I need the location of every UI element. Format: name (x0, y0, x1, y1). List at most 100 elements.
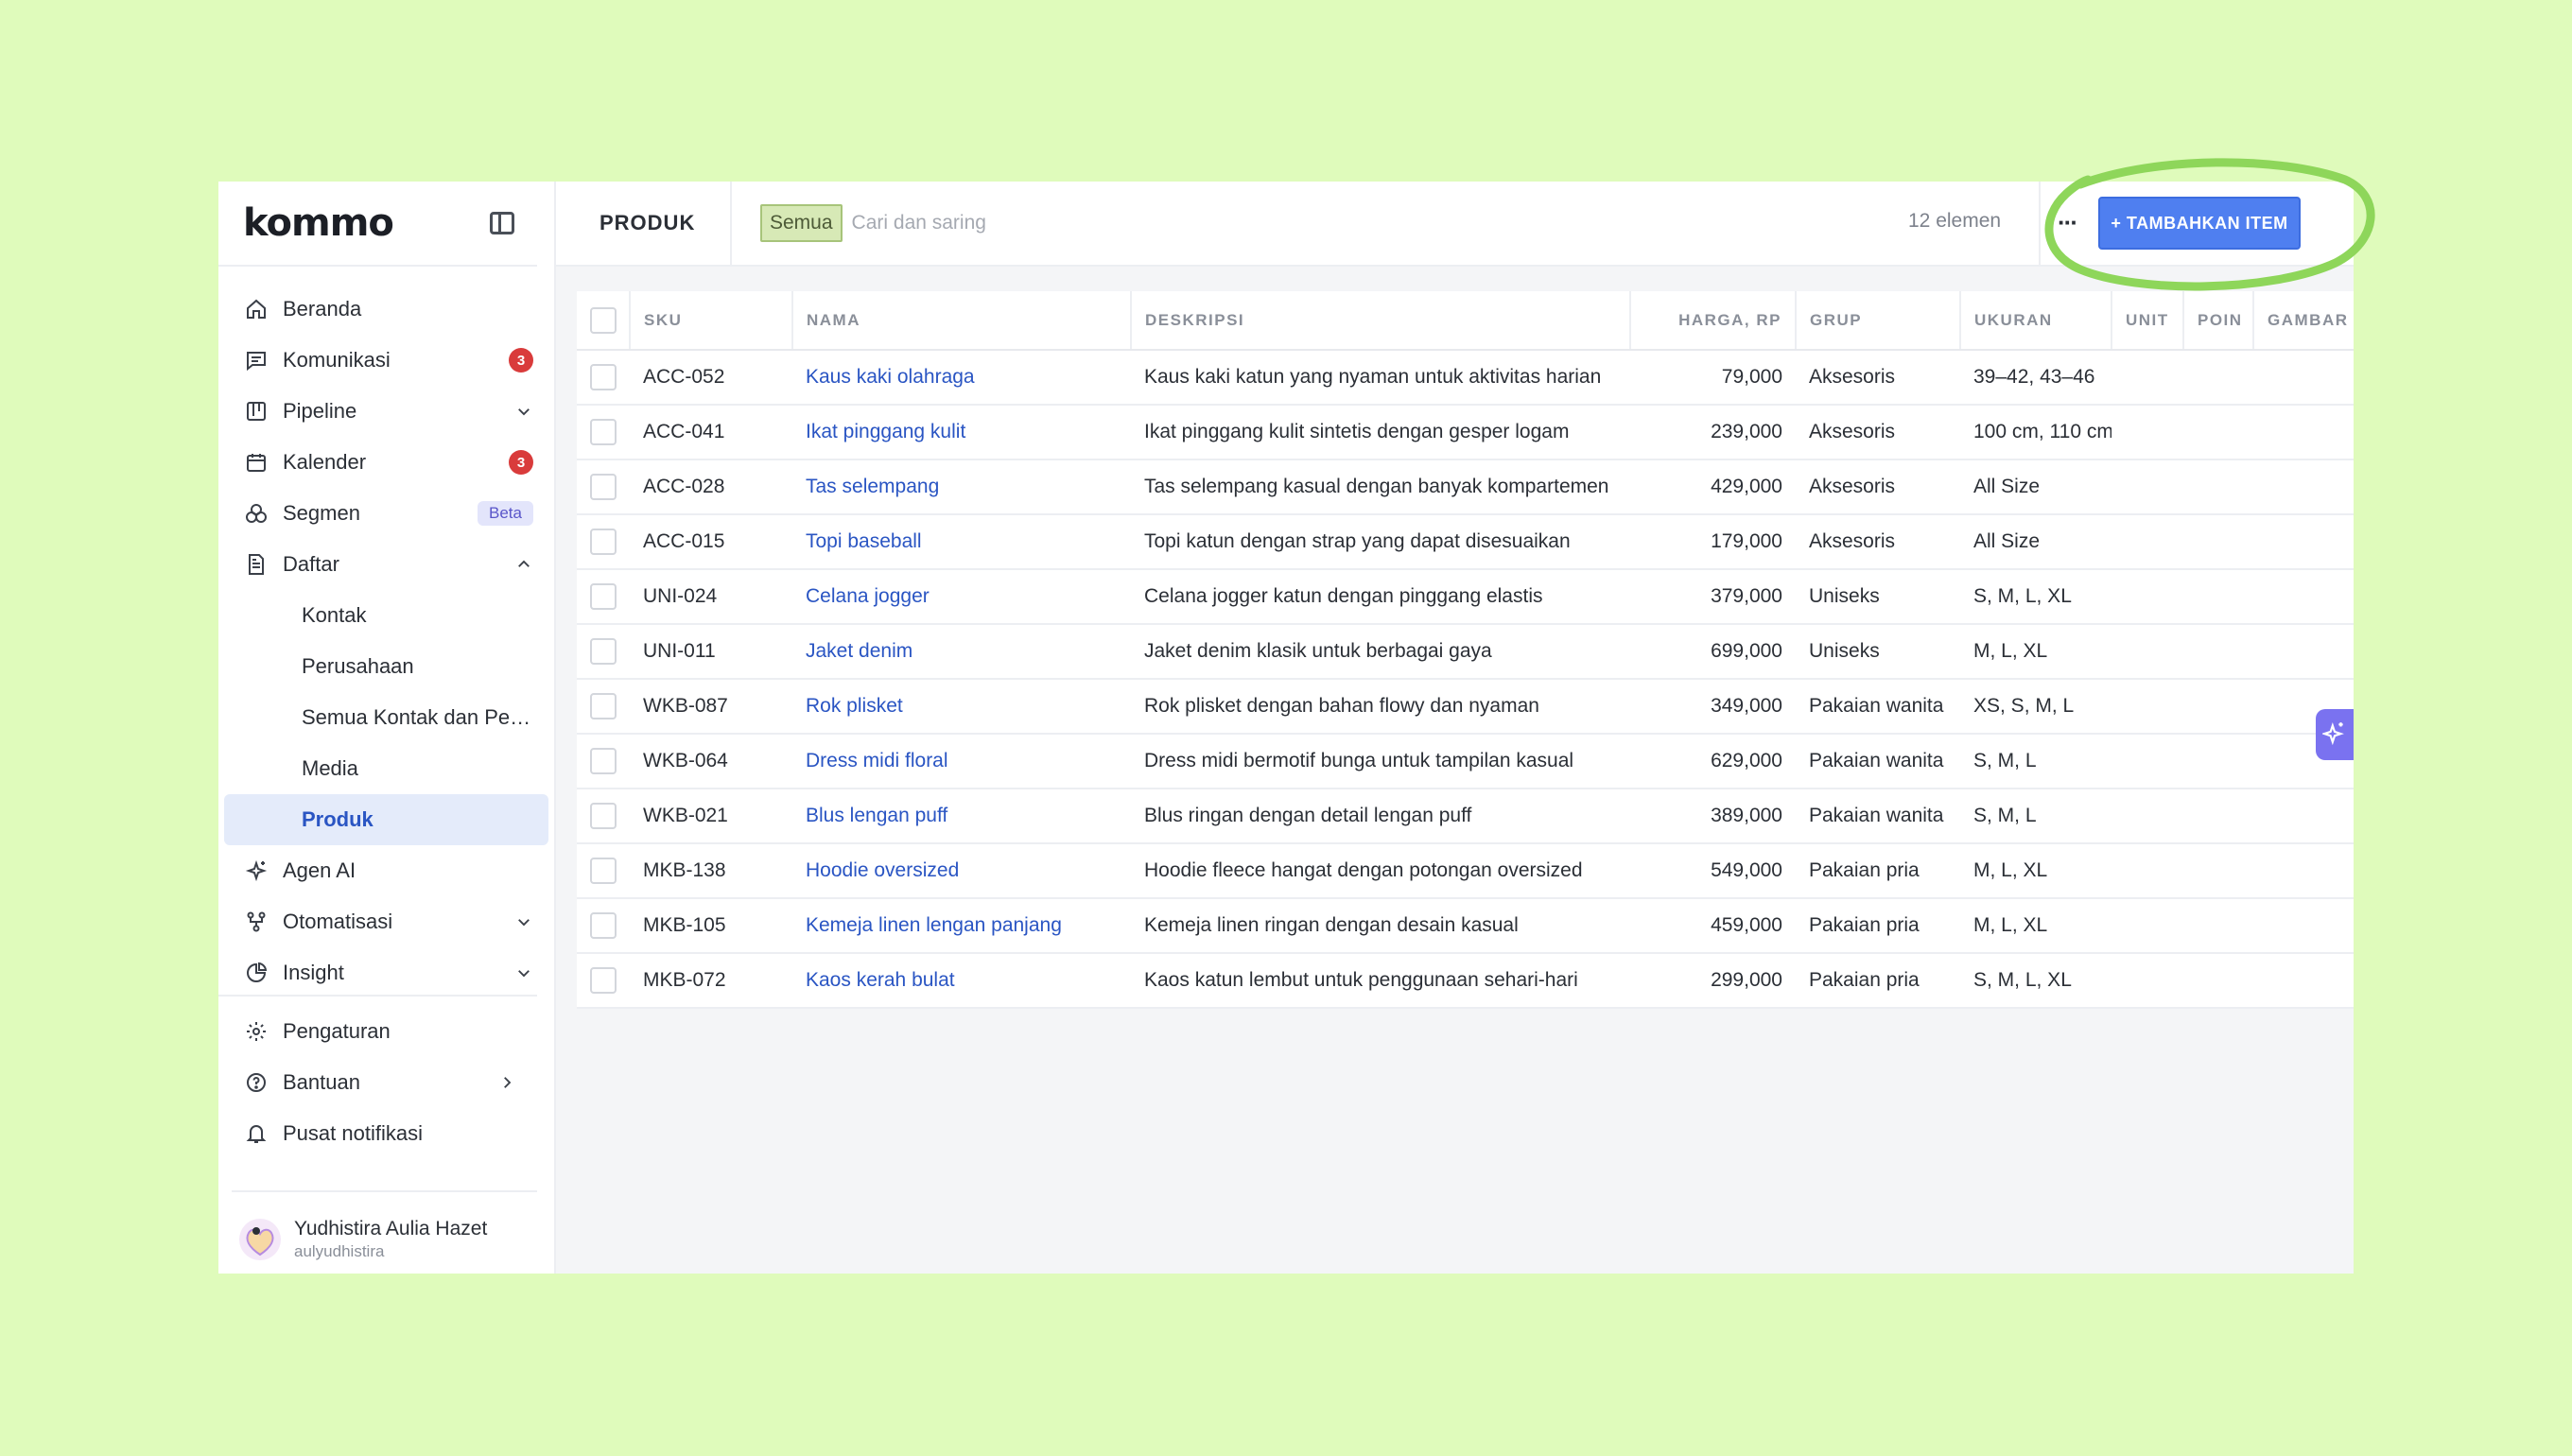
row-checkbox[interactable] (590, 803, 617, 829)
search-bar[interactable]: Semua (760, 204, 1800, 242)
sidebar-item-kontak[interactable]: Kontak (218, 590, 554, 641)
row-select-cell (577, 569, 630, 625)
cell-grup: Uniseks (1796, 624, 1960, 680)
cell-ukuran: S, M, L, XL (1960, 569, 2111, 625)
row-checkbox[interactable] (590, 583, 617, 610)
sidebar-item-pusat-notifikasi[interactable]: Pusat notifikasi (218, 1108, 537, 1159)
sidebar-item-beranda[interactable]: Beranda (218, 284, 554, 335)
row-checkbox[interactable] (590, 364, 617, 390)
filter-chip-semua[interactable]: Semua (760, 204, 843, 242)
row-checkbox[interactable] (590, 748, 617, 774)
cell-ukuran: S, M, L (1960, 734, 2111, 789)
chevron-down-icon[interactable] (514, 912, 533, 931)
column-header-grup[interactable]: GRUP (1796, 291, 1961, 351)
sparkle-icon (243, 858, 269, 884)
cell-sku: UNI-011 (630, 624, 792, 680)
row-checkbox[interactable] (590, 858, 617, 884)
chevron-up-icon[interactable] (514, 555, 533, 574)
sidebar-item-agen-ai[interactable]: Agen AI (218, 845, 554, 896)
ai-assistant-button[interactable] (2316, 709, 2354, 760)
chevron-down-icon[interactable] (514, 402, 533, 421)
column-header-nama[interactable]: NAMA (792, 291, 1132, 351)
sidebar-item-segmen[interactable]: Segmen Beta (218, 488, 554, 539)
cell-grup: Aksesoris (1796, 405, 1960, 460)
row-checkbox[interactable] (590, 529, 617, 555)
sidebar-item-label: Komunikasi (283, 348, 391, 372)
gear-icon (243, 1018, 269, 1045)
cell-sku: WKB-087 (630, 679, 792, 735)
table-row[interactable]: ACC-052 Kaus kaki olahraga Kaus kaki katun… (577, 350, 2354, 406)
cell-nama-link[interactable]: Kaus kaki olahraga (792, 350, 1131, 406)
sidebar-item-daftar[interactable]: Daftar (218, 539, 554, 590)
cell-nama-link[interactable]: Celana jogger (792, 569, 1131, 625)
sidebar-item-label: Pengaturan (283, 1019, 391, 1043)
row-select-cell (577, 459, 630, 515)
table-row[interactable]: MKB-138 Hoodie oversized Hoodie fleece han… (577, 843, 2354, 899)
cell-unit (2111, 843, 2183, 899)
cell-nama-link[interactable]: Hoodie oversized (792, 843, 1131, 899)
column-header-harga[interactable]: HARGA, RP (1630, 291, 1797, 351)
select-all-checkbox[interactable] (590, 306, 617, 334)
sidebar-item-semua-kontak[interactable]: Semua Kontak dan Peru... (218, 692, 554, 743)
column-header-deskripsi[interactable]: DESKRIPSI (1131, 291, 1631, 351)
search-input[interactable] (851, 212, 1608, 234)
cell-harga: 239,000 (1630, 405, 1796, 460)
sidebar-collapse-icon[interactable] (490, 212, 514, 234)
table-row[interactable]: UNI-024 Celana jogger Celana jogger katun … (577, 569, 2354, 625)
row-checkbox[interactable] (590, 912, 617, 939)
cell-nama-link[interactable]: Ikat pinggang kulit (792, 405, 1131, 460)
cell-unit (2111, 569, 2183, 625)
sidebar-item-produk[interactable]: Produk (224, 794, 548, 845)
row-checkbox[interactable] (590, 638, 617, 665)
user-profile[interactable]: Yudhistira Aulia Hazet aulyudhistira (239, 1218, 487, 1261)
cell-nama-link[interactable]: Dress midi floral (792, 734, 1131, 789)
cell-ukuran: M, L, XL (1960, 898, 2111, 954)
cell-nama-link[interactable]: Blus lengan puff (792, 789, 1131, 844)
element-count: 12 elemen (1908, 210, 2002, 232)
sidebar-item-pipeline[interactable]: Pipeline (218, 386, 554, 437)
table-row[interactable]: ACC-015 Topi baseball Topi katun dengan st… (577, 514, 2354, 570)
sidebar-item-komunikasi[interactable]: Komunikasi 3 (218, 335, 554, 386)
table-row[interactable]: WKB-021 Blus lengan puff Blus ringan denga… (577, 789, 2354, 844)
chevron-right-icon[interactable] (497, 1073, 516, 1092)
table-row[interactable]: MKB-105 Kemeja linen lengan panjang Kemeja… (577, 898, 2354, 954)
products-table: SKU NAMA DESKRIPSI HARGA, RP GRUP UKURAN… (577, 291, 2354, 1009)
table-row[interactable]: ACC-041 Ikat pinggang kulit Ikat pinggang … (577, 405, 2354, 460)
sidebar-item-insight[interactable]: Insight (218, 947, 554, 998)
sidebar-item-kalender[interactable]: Kalender 3 (218, 437, 554, 488)
row-select-cell (577, 734, 630, 789)
cell-poin (2183, 898, 2253, 954)
cell-nama-link[interactable]: Kemeja linen lengan panjang (792, 898, 1131, 954)
sidebar-item-media[interactable]: Media (218, 743, 554, 794)
cell-gambar (2253, 350, 2354, 406)
cell-harga: 549,000 (1630, 843, 1796, 899)
column-header-sku[interactable]: SKU (630, 291, 793, 351)
row-select-cell (577, 679, 630, 735)
cell-poin (2183, 405, 2253, 460)
table-row[interactable]: WKB-087 Rok plisket Rok plisket dengan bah… (577, 679, 2354, 735)
table-row[interactable]: MKB-072 Kaos kerah bulat Kaos katun lembut… (577, 953, 2354, 1009)
sidebar-item-label: Kontak (302, 603, 367, 627)
table-row[interactable]: ACC-028 Tas selempang Tas selempang kasual… (577, 459, 2354, 515)
table-row[interactable]: UNI-011 Jaket denim Jaket denim klasik unt… (577, 624, 2354, 680)
sidebar-item-bantuan[interactable]: Bantuan (218, 1057, 537, 1108)
sidebar-item-pengaturan[interactable]: Pengaturan (218, 1006, 537, 1057)
row-checkbox[interactable] (590, 967, 617, 994)
row-checkbox[interactable] (590, 419, 617, 445)
cell-nama-link[interactable]: Jaket denim (792, 624, 1131, 680)
cell-nama-link[interactable]: Kaos kerah bulat (792, 953, 1131, 1009)
chevron-down-icon[interactable] (514, 963, 533, 982)
sidebar-item-perusahaan[interactable]: Perusahaan (218, 641, 554, 692)
calendar-icon (243, 449, 269, 476)
row-checkbox[interactable] (590, 474, 617, 500)
cell-nama-link[interactable]: Rok plisket (792, 679, 1131, 735)
cell-grup: Pakaian wanita (1796, 789, 1960, 844)
cell-harga: 459,000 (1630, 898, 1796, 954)
cell-nama-link[interactable]: Tas selempang (792, 459, 1131, 515)
table-row[interactable]: WKB-064 Dress midi floral Dress midi bermo… (577, 734, 2354, 789)
pie-chart-icon (243, 960, 269, 986)
sidebar-item-otomatisasi[interactable]: Otomatisasi (218, 896, 554, 947)
cell-sku: MKB-072 (630, 953, 792, 1009)
cell-nama-link[interactable]: Topi baseball (792, 514, 1131, 570)
row-checkbox[interactable] (590, 693, 617, 719)
